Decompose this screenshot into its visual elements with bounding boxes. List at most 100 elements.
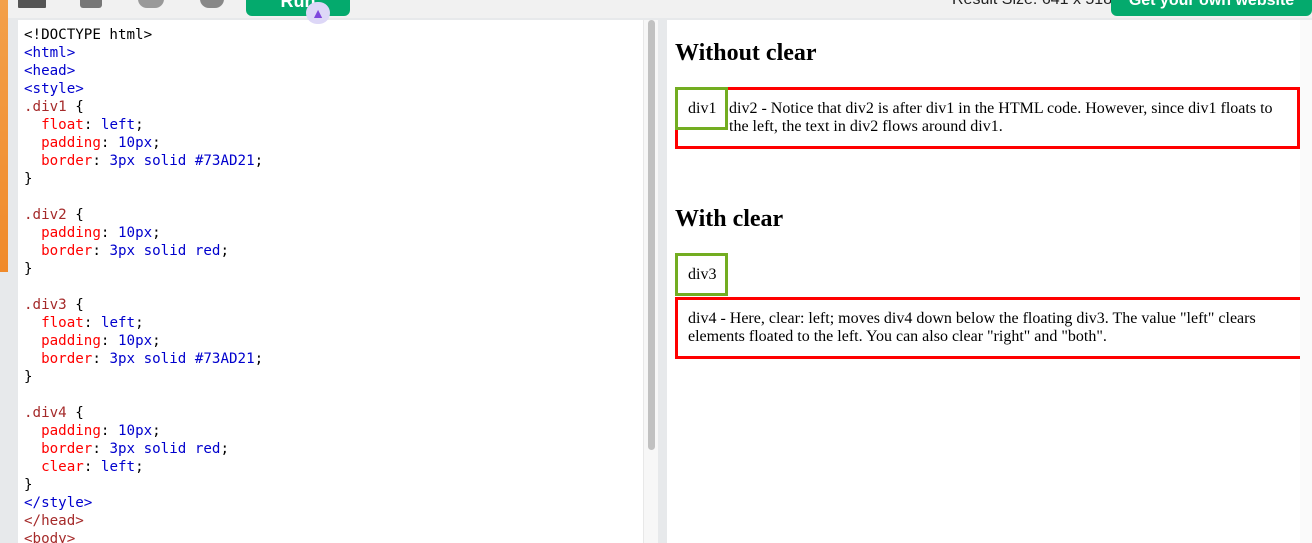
code-token: ; bbox=[254, 351, 264, 367]
code-token: } bbox=[24, 477, 33, 493]
code-line[interactable]: <head> bbox=[24, 62, 263, 80]
code-line[interactable]: <html> bbox=[24, 44, 263, 62]
code-line[interactable]: <body> bbox=[24, 530, 263, 543]
code-token: ; bbox=[135, 459, 144, 475]
get-website-button[interactable]: Get your own website bbox=[1111, 0, 1312, 16]
div2-text: div2 - Notice that div2 is after div1 in… bbox=[729, 100, 1273, 135]
code-token: : bbox=[83, 117, 101, 133]
div1-text: div1 bbox=[688, 100, 717, 117]
stop-icon[interactable] bbox=[80, 0, 102, 8]
code-token: ; bbox=[254, 153, 264, 169]
code-line[interactable]: .div4 { bbox=[24, 404, 263, 422]
code-token: <style> bbox=[24, 81, 84, 97]
code-line[interactable]: } bbox=[24, 170, 263, 188]
code-token: float bbox=[41, 315, 84, 331]
get-website-label: Get your own website bbox=[1128, 0, 1295, 9]
code-token: .div2 bbox=[24, 207, 67, 223]
page-edge-strip bbox=[0, 0, 8, 272]
div4-text: div4 - Here, clear: left; moves div4 dow… bbox=[688, 310, 1256, 345]
code-token: ; bbox=[220, 243, 230, 259]
menu-icon[interactable] bbox=[18, 0, 46, 8]
code-token: ; bbox=[220, 441, 230, 457]
code-line[interactable]: </style> bbox=[24, 494, 263, 512]
code-line[interactable]: padding: 10px; bbox=[24, 422, 263, 440]
run-button[interactable]: Run bbox=[246, 0, 350, 16]
settings-icon[interactable] bbox=[200, 0, 224, 8]
code-token: 3px solid #73AD21 bbox=[109, 351, 255, 367]
result-pane: Without clear div2 - Notice that div2 is… bbox=[667, 20, 1312, 543]
code-line[interactable]: } bbox=[24, 476, 263, 494]
code-token: .div3 bbox=[24, 297, 67, 313]
theme-icon[interactable] bbox=[138, 0, 164, 8]
code-token: } bbox=[24, 261, 33, 277]
code-token: border bbox=[41, 441, 93, 457]
code-line[interactable]: </head> bbox=[24, 512, 263, 530]
code-token: </style> bbox=[24, 495, 93, 511]
code-token: { bbox=[66, 99, 84, 115]
code-token: .div1 bbox=[24, 99, 67, 115]
code-text[interactable]: <!DOCTYPE html> <html> <head> <style> .div1 … bbox=[24, 26, 263, 543]
code-token: { bbox=[66, 297, 84, 313]
code-line[interactable]: border: 3px solid red; bbox=[24, 242, 263, 260]
code-token: 3px solid red bbox=[109, 243, 221, 259]
code-editor[interactable]: <!DOCTYPE html> <html> <head> <style> .div1 … bbox=[18, 20, 658, 543]
code-line[interactable]: ​ bbox=[24, 386, 263, 404]
code-line[interactable]: padding: 10px; bbox=[24, 134, 263, 152]
code-token: 3px solid red bbox=[109, 441, 221, 457]
code-token: </head> bbox=[24, 513, 84, 529]
code-token: ; bbox=[152, 135, 161, 151]
code-line[interactable]: .div2 { bbox=[24, 206, 263, 224]
code-line[interactable]: } bbox=[24, 368, 263, 386]
code-line[interactable]: clear: left; bbox=[24, 458, 263, 476]
code-token: <!DOCTYPE html> bbox=[24, 27, 153, 43]
result-scrollbar[interactable] bbox=[1300, 20, 1312, 543]
code-line[interactable]: padding: 10px; bbox=[24, 224, 263, 242]
code-token: ; bbox=[135, 117, 144, 133]
code-line[interactable]: <style> bbox=[24, 80, 263, 98]
code-token: } bbox=[24, 369, 33, 385]
code-token: padding bbox=[41, 225, 101, 241]
code-token: { bbox=[66, 207, 84, 223]
ai-assistant-icon[interactable]: ▲ bbox=[306, 2, 330, 24]
code-token: border bbox=[41, 351, 93, 367]
editor-scrollbar[interactable] bbox=[643, 20, 658, 543]
code-token: : bbox=[100, 225, 118, 241]
div3-box: div3 bbox=[675, 253, 728, 296]
editor-scrollbar-thumb[interactable] bbox=[648, 20, 655, 450]
code-token: float bbox=[41, 117, 84, 133]
code-token: : bbox=[100, 333, 118, 349]
heading-without-clear: Without clear bbox=[675, 40, 817, 66]
code-line[interactable]: ​ bbox=[24, 278, 263, 296]
result-size: Result Size: 641 x 518 bbox=[952, 0, 1112, 9]
code-line[interactable]: border: 3px solid red; bbox=[24, 440, 263, 458]
code-line[interactable]: border: 3px solid #73AD21; bbox=[24, 350, 263, 368]
code-line[interactable]: border: 3px solid #73AD21; bbox=[24, 152, 263, 170]
code-line[interactable]: float: left; bbox=[24, 116, 263, 134]
code-line[interactable]: } bbox=[24, 260, 263, 278]
code-token: ; bbox=[152, 225, 161, 241]
div1-box: div1 bbox=[675, 87, 728, 130]
code-line[interactable]: <!DOCTYPE html> bbox=[24, 26, 263, 44]
code-line[interactable]: float: left; bbox=[24, 314, 263, 332]
code-token: : bbox=[92, 351, 110, 367]
code-token: 3px solid #73AD21 bbox=[109, 153, 255, 169]
code-token: : bbox=[83, 315, 101, 331]
code-token: : bbox=[92, 153, 110, 169]
code-line[interactable]: ​ bbox=[24, 188, 263, 206]
code-token: 10px bbox=[117, 135, 153, 151]
div4-box: div4 - Here, clear: left; moves div4 dow… bbox=[675, 297, 1303, 359]
code-line[interactable]: .div1 { bbox=[24, 98, 263, 116]
code-line[interactable]: padding: 10px; bbox=[24, 332, 263, 350]
code-token: 10px bbox=[117, 333, 153, 349]
code-token: 10px bbox=[117, 225, 153, 241]
code-token: <html> bbox=[24, 45, 76, 61]
code-token: padding bbox=[41, 423, 101, 439]
code-token: <head> bbox=[24, 63, 76, 79]
code-token: padding bbox=[41, 333, 101, 349]
code-line[interactable]: .div3 { bbox=[24, 296, 263, 314]
